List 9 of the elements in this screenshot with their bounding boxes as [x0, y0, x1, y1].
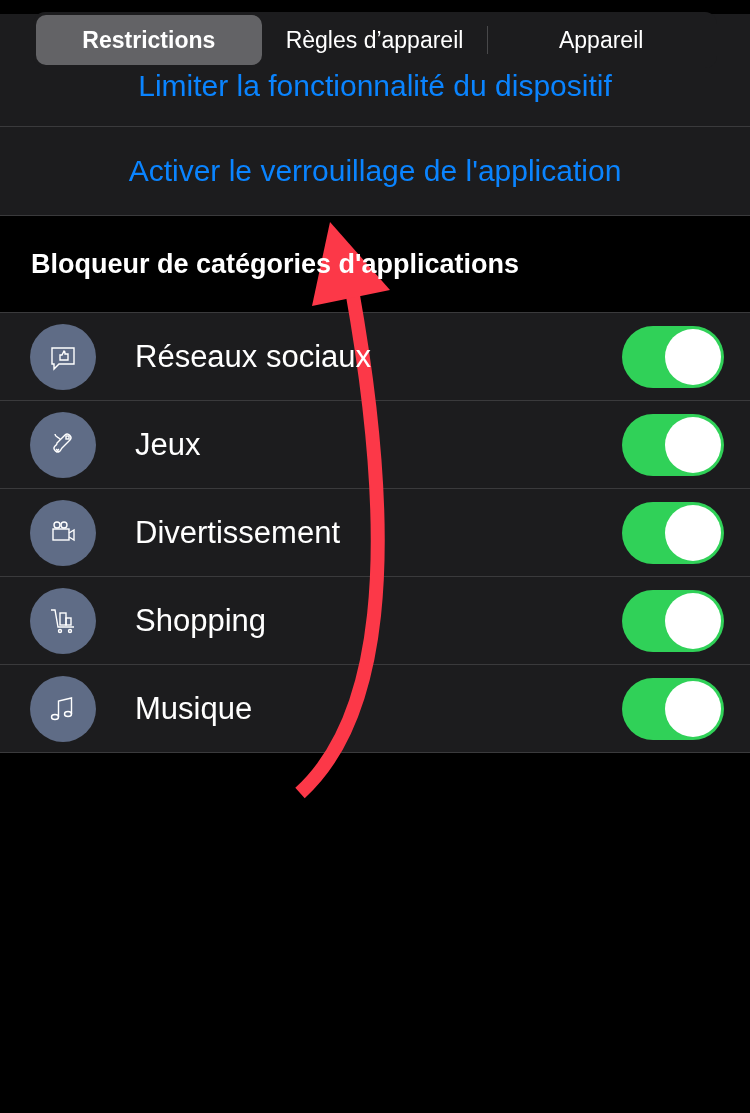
- category-label: Divertissement: [135, 514, 341, 551]
- action-link[interactable]: Limiter la fonctionnalité du dispositif: [138, 69, 612, 103]
- action-link[interactable]: Activer le verrouillage de l'application: [128, 154, 622, 188]
- category-label: Musique: [135, 690, 254, 727]
- tab[interactable]: Règles d’appareil: [261, 15, 488, 65]
- tab[interactable]: Restrictions: [36, 15, 262, 65]
- category-label: Shopping: [135, 602, 267, 639]
- tab[interactable]: Appareil: [488, 15, 714, 65]
- category-label: Jeux: [135, 426, 202, 463]
